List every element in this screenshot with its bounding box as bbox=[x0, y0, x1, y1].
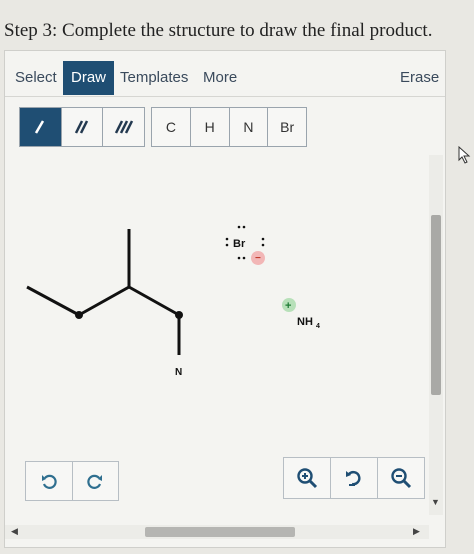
horizontal-scrollbar[interactable]: ◀ ▶ bbox=[5, 525, 429, 539]
triple-bond-icon bbox=[114, 120, 133, 134]
nitrogen-label[interactable]: N bbox=[175, 367, 182, 378]
scroll-right-arrow-icon[interactable]: ▶ bbox=[413, 526, 420, 537]
top-menu: Select Draw Templates More Erase bbox=[5, 57, 447, 95]
bromide-ion[interactable]: Br − bbox=[225, 225, 265, 265]
select-menu-item[interactable]: Select bbox=[7, 61, 65, 95]
history-controls bbox=[25, 461, 119, 501]
double-bond-icon bbox=[74, 120, 89, 134]
undo-icon bbox=[41, 474, 57, 489]
reset-view-button[interactable] bbox=[331, 458, 378, 498]
scroll-left-arrow-icon[interactable]: ◀ bbox=[11, 526, 18, 537]
bromine-symbol: Br bbox=[233, 238, 246, 250]
single-bond-button[interactable] bbox=[20, 108, 62, 146]
atom-dot[interactable] bbox=[75, 311, 83, 319]
vertical-scroll-thumb[interactable] bbox=[431, 215, 441, 395]
redo-icon bbox=[87, 474, 103, 489]
atom-h-button[interactable]: H bbox=[191, 108, 230, 146]
negative-charge-sign: − bbox=[255, 253, 261, 264]
atom-dot[interactable] bbox=[175, 311, 183, 319]
step-title: Step 3: Complete the structure to draw t… bbox=[4, 20, 433, 41]
erase-menu-item[interactable]: Erase bbox=[392, 61, 447, 95]
ammonium-ion[interactable]: + NH 4 bbox=[282, 298, 320, 330]
zoom-in-icon bbox=[297, 468, 318, 489]
drawing-canvas[interactable]: N Br − + NH 4 bbox=[5, 155, 429, 523]
zoom-out-button[interactable] bbox=[378, 458, 424, 498]
draw-menu-item[interactable]: Draw bbox=[63, 61, 115, 95]
bond[interactable] bbox=[78, 285, 130, 317]
zoom-out-icon bbox=[391, 468, 412, 489]
mouse-cursor-icon bbox=[458, 145, 472, 169]
ammonium-symbol: NH bbox=[297, 316, 313, 328]
bond[interactable] bbox=[128, 285, 180, 317]
molecule-skeleton[interactable] bbox=[26, 229, 183, 355]
zoom-controls bbox=[283, 457, 425, 499]
scroll-down-arrow-icon[interactable]: ▼ bbox=[431, 497, 440, 507]
undo-button[interactable] bbox=[26, 462, 73, 500]
double-bond-button[interactable] bbox=[62, 108, 104, 146]
vertical-scrollbar[interactable]: ▼ bbox=[429, 155, 443, 515]
atom-c-button[interactable]: C bbox=[152, 108, 191, 146]
ammonium-subscript: 4 bbox=[316, 323, 320, 330]
atom-toolbar: C H N Br bbox=[151, 107, 307, 147]
zoom-in-button[interactable] bbox=[284, 458, 331, 498]
horizontal-scroll-thumb[interactable] bbox=[145, 527, 295, 537]
atom-br-button[interactable]: Br bbox=[268, 108, 306, 146]
reset-view-icon bbox=[346, 471, 361, 486]
more-menu-item[interactable]: More bbox=[195, 61, 245, 95]
positive-charge-sign: + bbox=[285, 300, 291, 312]
triple-bond-button[interactable] bbox=[103, 108, 144, 146]
templates-menu-item[interactable]: Templates bbox=[112, 61, 196, 95]
menu-divider bbox=[5, 96, 445, 97]
redo-button[interactable] bbox=[73, 462, 119, 500]
single-bond-icon bbox=[35, 120, 45, 134]
atom-n-button[interactable]: N bbox=[230, 108, 269, 146]
drawing-panel: Select Draw Templates More Erase C H N B… bbox=[4, 50, 446, 548]
bond[interactable] bbox=[26, 285, 80, 317]
bond-toolbar bbox=[19, 107, 145, 147]
